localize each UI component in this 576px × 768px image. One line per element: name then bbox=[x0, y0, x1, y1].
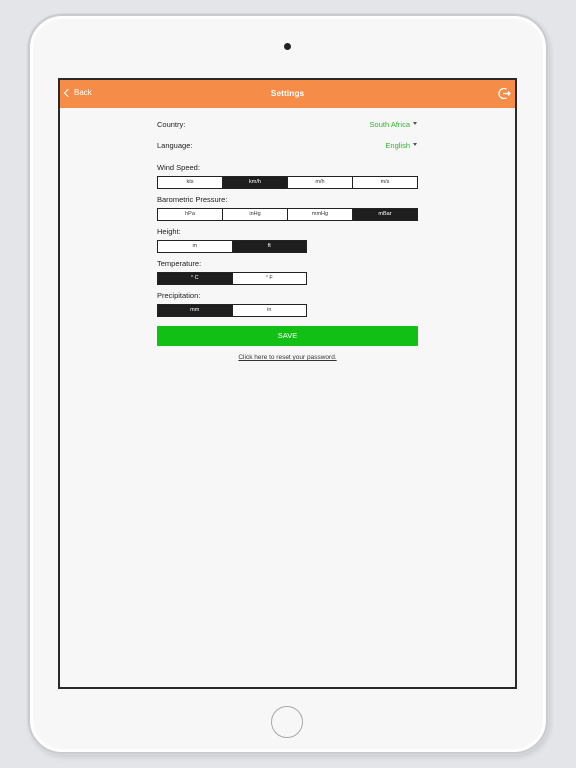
wind-speed-option[interactable]: km/h bbox=[223, 177, 288, 188]
country-row: Country: South Africa bbox=[157, 116, 419, 137]
country-label: Country: bbox=[157, 120, 186, 129]
wind-speed-option[interactable]: kts bbox=[158, 177, 223, 188]
page-title: Settings bbox=[270, 88, 305, 98]
temperature-segmented-control: ° C ° F bbox=[157, 272, 307, 285]
temperature-option[interactable]: ° F bbox=[233, 273, 307, 284]
front-camera bbox=[284, 43, 291, 50]
precipitation-label: Precipitation: bbox=[157, 291, 201, 300]
navigation-bar: Back Settings bbox=[60, 80, 515, 108]
wind-speed-option[interactable]: m/h bbox=[288, 177, 353, 188]
save-button[interactable]: SAVE bbox=[157, 326, 418, 346]
height-segmented-control: m ft bbox=[157, 240, 307, 253]
home-button[interactable] bbox=[271, 706, 303, 738]
language-row: Language: English bbox=[157, 137, 419, 158]
height-option[interactable]: m bbox=[158, 241, 233, 252]
pressure-option[interactable]: mBar bbox=[353, 209, 417, 220]
wind-speed-option[interactable]: m/s bbox=[353, 177, 417, 188]
app-screen: Back Settings Country: South Africa Lang… bbox=[58, 78, 517, 689]
precipitation-option[interactable]: in bbox=[233, 305, 307, 316]
height-option[interactable]: ft bbox=[232, 241, 306, 252]
pressure-option[interactable]: mmHg bbox=[288, 209, 353, 220]
pressure-option[interactable]: hPa bbox=[158, 209, 223, 220]
caret-down-icon bbox=[413, 121, 417, 125]
reset-password-link[interactable]: Click here to reset your password. bbox=[157, 354, 418, 361]
language-label: Language: bbox=[157, 141, 193, 150]
language-select[interactable]: English bbox=[385, 141, 417, 150]
pressure-segmented-control: hPa inHg mmHg mBar bbox=[157, 208, 418, 221]
height-label: Height: bbox=[157, 227, 181, 236]
logout-icon[interactable] bbox=[498, 87, 511, 100]
country-select[interactable]: South Africa bbox=[370, 120, 417, 129]
wind-speed-segmented-control: kts km/h m/h m/s bbox=[157, 176, 418, 189]
pressure-option[interactable]: inHg bbox=[223, 209, 288, 220]
temperature-label: Temperature: bbox=[157, 259, 202, 268]
precipitation-option[interactable]: mm bbox=[158, 305, 233, 316]
settings-form: Country: South Africa Language: English … bbox=[157, 116, 419, 361]
precipitation-segmented-control: mm in bbox=[157, 304, 307, 317]
temperature-option[interactable]: ° C bbox=[158, 273, 233, 284]
pressure-label: Barometric Pressure: bbox=[157, 195, 228, 204]
caret-down-icon bbox=[413, 142, 417, 146]
wind-speed-label: Wind Speed: bbox=[157, 163, 200, 172]
